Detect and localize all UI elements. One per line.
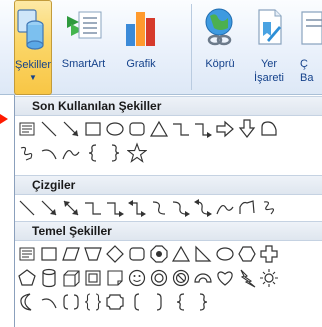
octagon-circle-shape-icon[interactable] xyxy=(149,243,169,265)
cross-reference-label-line2: Ba xyxy=(300,72,314,84)
oval-shape-icon[interactable] xyxy=(215,243,235,265)
chart-button[interactable]: Grafik xyxy=(114,0,168,95)
plaque-shape-icon[interactable] xyxy=(105,291,125,313)
section-header-recent-shapes: Son Kullanılan Şekiller xyxy=(15,96,322,116)
shapes-button[interactable]: Şekiller ▼ xyxy=(14,0,52,95)
insert-ribbon: Şekiller ▼ SmartArt Grafik Köprü Yer İşa… xyxy=(0,0,322,95)
donut-shape-icon[interactable] xyxy=(149,267,169,289)
arc-shape-icon[interactable] xyxy=(39,142,59,164)
shape-row xyxy=(17,291,322,313)
cross-shape-icon[interactable] xyxy=(259,243,279,265)
textbox-shape-icon[interactable] xyxy=(17,243,37,265)
no-symbol-shape-icon[interactable] xyxy=(171,267,191,289)
scribble-shape-icon[interactable] xyxy=(259,197,279,219)
elbow-double-arrow-connector-shape-icon[interactable] xyxy=(127,197,147,219)
arrow-line-shape-icon[interactable] xyxy=(39,197,59,219)
left-brace-shape-icon[interactable] xyxy=(171,291,191,313)
down-arrow-shape-icon[interactable] xyxy=(237,118,257,140)
rectangle-shape-icon[interactable] xyxy=(83,118,103,140)
cross-reference-button[interactable]: Ç Ba xyxy=(292,0,322,95)
section-header-basic-shapes: Temel Şekiller xyxy=(15,221,322,241)
diamond-shape-icon[interactable] xyxy=(105,243,125,265)
bevel-shape-icon[interactable] xyxy=(83,267,103,289)
shape-row xyxy=(17,243,322,265)
right-bracket-shape-icon[interactable] xyxy=(149,291,169,313)
left-brace-shape-icon[interactable] xyxy=(83,142,103,164)
brace-pair-shape-icon[interactable] xyxy=(83,291,103,313)
elbow-arrow-connector-shape-icon[interactable] xyxy=(193,118,213,140)
rounded-rectangle-shape-icon[interactable] xyxy=(127,243,147,265)
cube-shape-icon[interactable] xyxy=(61,267,81,289)
hyperlink-icon xyxy=(202,6,238,55)
line-shape-icon[interactable] xyxy=(39,118,59,140)
rounded-rectangle-shape-icon[interactable] xyxy=(127,118,147,140)
triangle-shape-icon[interactable] xyxy=(171,243,191,265)
bracket-pair-shape-icon[interactable] xyxy=(61,291,81,313)
hexagon-shape-icon[interactable] xyxy=(237,243,257,265)
shapes-icon xyxy=(17,7,49,56)
bookmark-icon xyxy=(253,6,285,55)
rectangle-shape-icon[interactable] xyxy=(39,243,59,265)
line-shape-icon[interactable] xyxy=(17,197,37,219)
curve-shape-icon[interactable] xyxy=(215,197,235,219)
curved-connector-shape-icon[interactable] xyxy=(149,197,169,219)
hyperlink-button[interactable]: Köprü xyxy=(197,0,243,95)
moon-shape-icon[interactable] xyxy=(17,291,37,313)
trapezoid-shape-icon[interactable] xyxy=(83,243,103,265)
bookmark-button-label-line2: İşareti xyxy=(254,72,284,84)
chart-button-label: Grafik xyxy=(126,58,156,70)
cross-reference-label: Ç xyxy=(300,58,308,70)
shape-row xyxy=(17,267,322,289)
bookmark-button[interactable]: Yer İşareti xyxy=(247,0,291,95)
smartart-icon xyxy=(65,6,103,55)
curved-double-arrow-connector-shape-icon[interactable] xyxy=(193,197,213,219)
ribbon-group-separator xyxy=(191,4,192,90)
curved-arrow-connector-shape-icon[interactable] xyxy=(171,197,191,219)
chart-icon xyxy=(123,6,159,55)
crossref-icon xyxy=(298,6,322,55)
hyperlink-button-label: Köprü xyxy=(205,58,235,70)
freeform-polygon-shape-icon[interactable] xyxy=(237,197,257,219)
elbow-arrow-connector-shape-icon[interactable] xyxy=(105,197,125,219)
elbow-connector-shape-icon[interactable] xyxy=(83,197,103,219)
elbow-connector-shape-icon[interactable] xyxy=(171,118,191,140)
arrow-line-shape-icon[interactable] xyxy=(61,118,81,140)
smartart-button[interactable]: SmartArt xyxy=(53,0,114,95)
smartart-button-label: SmartArt xyxy=(61,58,106,70)
right-brace-shape-icon[interactable] xyxy=(105,142,125,164)
star-5-shape-icon[interactable] xyxy=(127,142,147,164)
pointer-arrow-icon xyxy=(0,114,8,124)
shapes-gallery: Son Kullanılan Şekiller Çizgiler Temel Ş… xyxy=(14,95,322,327)
block-arc-shape-icon[interactable] xyxy=(193,267,213,289)
shape-row xyxy=(17,197,322,219)
smiley-shape-icon[interactable] xyxy=(127,267,147,289)
can-shape-icon[interactable] xyxy=(39,267,59,289)
left-bracket-shape-icon[interactable] xyxy=(127,291,147,313)
lightning-shape-icon[interactable] xyxy=(237,267,257,289)
triangle-shape-icon[interactable] xyxy=(149,118,169,140)
folded-corner-shape-icon[interactable] xyxy=(105,267,125,289)
chevron-down-icon[interactable]: ▼ xyxy=(29,74,37,82)
arc-shape-icon[interactable] xyxy=(39,291,59,313)
double-arrow-line-shape-icon[interactable] xyxy=(61,197,81,219)
bookmark-button-label: Yer xyxy=(260,58,278,70)
sun-shape-icon[interactable] xyxy=(259,267,279,289)
shape-row xyxy=(17,142,322,164)
oval-shape-icon[interactable] xyxy=(105,118,125,140)
freeform-shape-icon[interactable] xyxy=(17,142,37,164)
curve-shape-icon[interactable] xyxy=(61,142,81,164)
pentagon-shape-icon[interactable] xyxy=(17,267,37,289)
textbox-shape-icon[interactable] xyxy=(17,118,37,140)
heart-shape-icon[interactable] xyxy=(215,267,235,289)
right-triangle-shape-icon[interactable] xyxy=(193,243,213,265)
right-brace-shape-icon[interactable] xyxy=(193,291,213,313)
shape-row xyxy=(17,118,322,140)
flowchart-delay-shape-icon[interactable] xyxy=(259,118,279,140)
shapes-button-label: Şekiller xyxy=(15,59,52,71)
section-header-lines: Çizgiler xyxy=(15,175,322,195)
right-arrow-shape-icon[interactable] xyxy=(215,118,235,140)
parallelogram-shape-icon[interactable] xyxy=(61,243,81,265)
